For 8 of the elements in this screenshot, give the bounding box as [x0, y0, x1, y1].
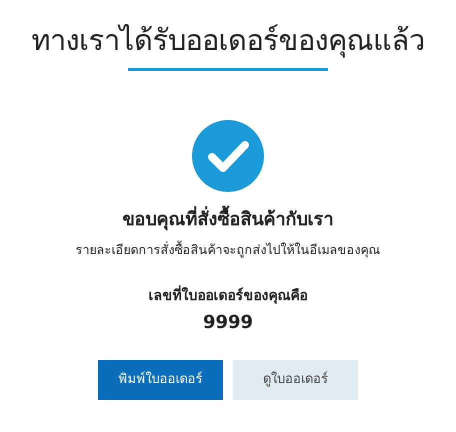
print-order-button[interactable]: พิมพ์ใบออเดอร์	[98, 360, 223, 400]
thank-you-heading: ขอบคุณที่สั่งซื้อสินค้ากับเรา	[122, 206, 334, 233]
view-order-button[interactable]: ดูใบออเดอร์	[233, 360, 358, 400]
order-number: 9999	[202, 310, 254, 335]
email-notice: รายละเอียดการสั่งซื้อสินค้าจะถูกส่งไปให้ในอีเมลของคุณ	[76, 241, 380, 260]
checkmark-icon	[192, 120, 264, 192]
order-number-label: เลขที่ใบออเดอร์ของคุณคือ	[148, 286, 308, 307]
page-title: ทางเราได้รับออเดอร์ของคุณแล้ว	[32, 22, 424, 60]
